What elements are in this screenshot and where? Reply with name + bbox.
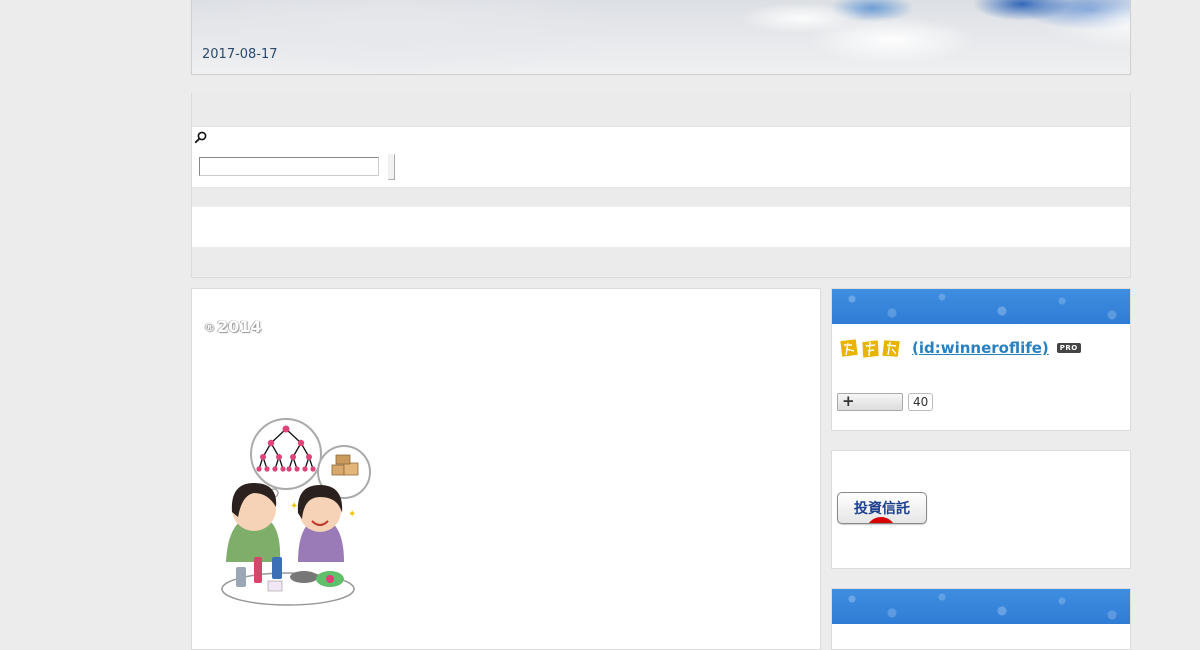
fund-badge-label: 投資信託: [854, 501, 910, 517]
sidebar-module-3: [831, 588, 1131, 650]
svg-text:✦: ✦: [348, 509, 356, 520]
header-date: 2017-08-17: [202, 47, 278, 62]
search-input[interactable]: [199, 157, 379, 176]
profile-link[interactable]: (id:winneroflife): [912, 339, 1049, 357]
pro-badge: PRO: [1056, 343, 1081, 353]
search-icon: [194, 131, 207, 144]
fund-badge-link[interactable]: 投資信託: [837, 492, 927, 524]
profile-line: (id:winneroflife) PRO: [838, 337, 1081, 359]
plus-icon: +: [842, 392, 855, 410]
copyright-line: ® 2014: [204, 317, 262, 336]
search-module: [192, 126, 1130, 188]
profile-module-header: [832, 289, 1130, 324]
svg-text:✦: ✦: [290, 501, 298, 512]
yellow-brand-logo: [839, 338, 901, 359]
article-main: ® 2014 ✦ ✦: [191, 288, 821, 650]
network-marketing-illustration: ✦ ✦: [221, 418, 371, 606]
fund-module: 投資信託: [831, 450, 1131, 569]
nav-strip: [192, 207, 1130, 247]
follower-count: 40: [908, 393, 934, 411]
copyright-year: 2014: [217, 317, 262, 336]
sidebar-module-3-header: [832, 589, 1130, 624]
search-button[interactable]: [388, 154, 395, 180]
profile-module: (id:winneroflife) PRO + 40: [831, 288, 1131, 431]
red-circle-icon: [866, 517, 896, 523]
registered-symbol: ®: [204, 321, 215, 334]
blog-header: 2017-08-17: [191, 0, 1131, 75]
nav-band: [191, 93, 1131, 278]
follow-button[interactable]: +: [837, 393, 903, 411]
